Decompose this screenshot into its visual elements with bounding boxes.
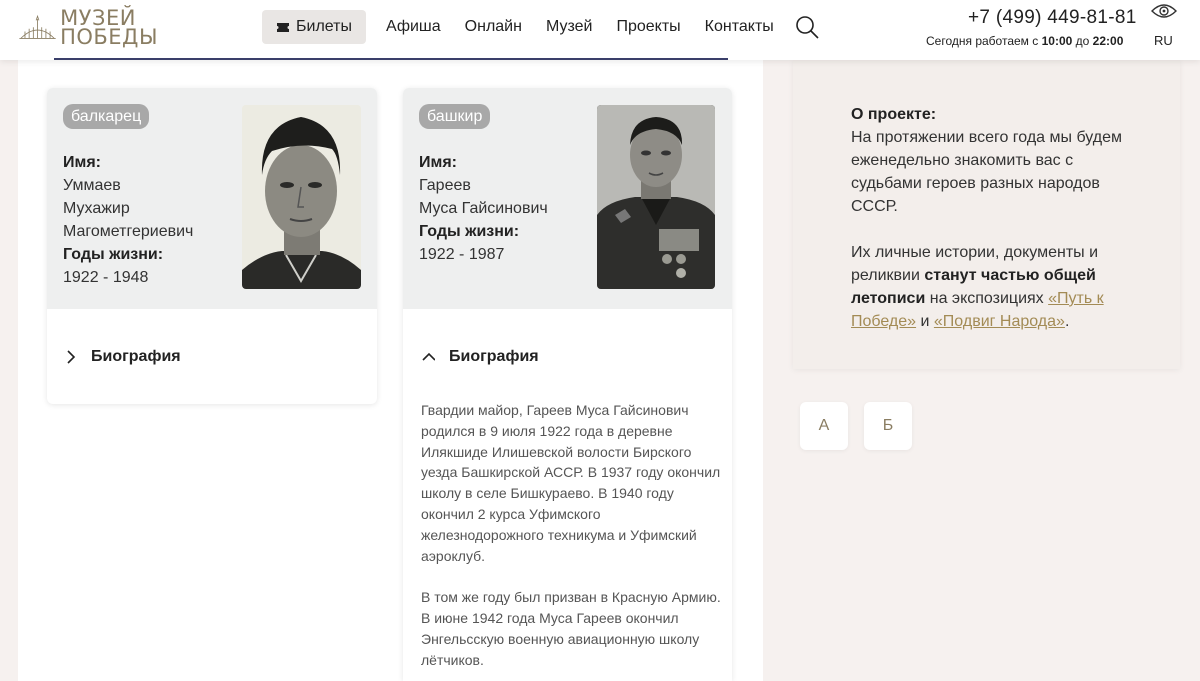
hours-prefix: Сегодня работаем с	[926, 34, 1039, 48]
nationality-badge: балкарец	[63, 104, 150, 129]
phone-number[interactable]: +7 (499) 449-81-81	[968, 7, 1137, 29]
hours-from: 10:00	[1041, 34, 1073, 48]
biography-paragraph: Гвардии майор, Гареев Муса Гайсинович ро…	[421, 402, 721, 564]
name-line-2: Мухажир	[63, 200, 130, 217]
biography-label: Биография	[91, 348, 181, 365]
about-p2-mid: на экспозициях	[929, 290, 1044, 307]
about-p2-and: и	[920, 313, 930, 330]
card-header: башкир Имя: Гареев Муса Гайсинович Годы …	[403, 88, 732, 309]
about-content: О проекте: На протяжении всего года мы б…	[851, 103, 1141, 333]
chevron-right-icon	[67, 350, 76, 364]
about-p2-end: .	[1064, 313, 1070, 330]
name-line-1: Гареев	[419, 177, 471, 194]
portrait-image	[242, 105, 361, 289]
hero-card-ummaev: балкарец Имя: Уммаев Мухажир Магометгери…	[47, 88, 377, 404]
card-header: балкарец Имя: Уммаев Мухажир Магометгери…	[47, 88, 377, 309]
years-value: 1922 - 1948	[63, 269, 149, 286]
logo-monument-icon	[19, 14, 56, 39]
years-label: Годы жизни:	[63, 246, 164, 263]
hero-info: Имя: Гареев Муса Гайсинович Годы жизни: …	[419, 151, 548, 266]
biography-toggle[interactable]: Биография	[65, 348, 181, 366]
name-label: Имя:	[419, 154, 457, 171]
nav-item-afisha[interactable]: Афиша	[386, 18, 441, 36]
museum-logo[interactable]: МУЗЕЙ ПОБЕДЫ	[18, 6, 158, 50]
link-feat-of-people[interactable]: «Подвиг Народа»	[934, 313, 1065, 330]
name-line-2: Муса Гайсинович	[419, 200, 548, 217]
section-divider	[54, 58, 728, 60]
nav-item-online[interactable]: Онлайн	[465, 18, 522, 36]
tickets-button[interactable]: Билеты	[262, 10, 366, 44]
biography-text: Гвардии майор, Гареев Муса Гайсинович ро…	[421, 400, 721, 681]
nationality-badge: башкир	[419, 104, 491, 129]
eye-icon[interactable]	[1150, 2, 1178, 20]
biography-toggle[interactable]: Биография	[421, 348, 539, 366]
about-title: О проекте:	[851, 106, 937, 123]
hero-info: Имя: Уммаев Мухажир Магометгериевич Годы…	[63, 151, 193, 289]
ticket-icon	[277, 22, 289, 32]
name-line-3: Магометгериевич	[63, 223, 194, 240]
hero-card-gareev: башкир Имя: Гареев Муса Гайсинович Годы …	[403, 88, 732, 681]
opening-hours: Сегодня работаем с 10:00 до 22:00	[926, 34, 1123, 48]
hours-to: 22:00	[1092, 34, 1124, 48]
nav-item-contacts[interactable]: Контакты	[705, 18, 774, 36]
name-line-1: Уммаев	[63, 177, 121, 194]
years-label: Годы жизни:	[419, 223, 520, 240]
hero-photo	[242, 105, 361, 289]
years-value: 1922 - 1987	[419, 246, 505, 263]
hours-mid: до	[1075, 34, 1090, 48]
site-header: МУЗЕЙ ПОБЕДЫ Билеты Афиша Онлайн Музей П…	[0, 0, 1200, 60]
portrait-image	[597, 105, 715, 289]
biography-paragraph: В том же году был призван в Красную Арми…	[421, 589, 721, 668]
about-project-panel: О проекте: На протяжении всего года мы б…	[793, 60, 1180, 369]
search-icon[interactable]	[794, 14, 820, 40]
tickets-label: Билеты	[296, 18, 352, 35]
language-switch[interactable]: RU	[1154, 33, 1173, 48]
about-paragraph-1: На протяжении всего года мы будем еженед…	[851, 129, 1122, 215]
nav-item-projects[interactable]: Проекты	[616, 18, 680, 36]
letter-filter-a[interactable]: А	[800, 402, 848, 450]
chevron-up-icon	[422, 352, 435, 361]
letter-filter-b[interactable]: Б	[864, 402, 912, 450]
biography-label: Биография	[449, 348, 539, 365]
nav-item-museum[interactable]: Музей	[546, 18, 593, 36]
main-nav: Билеты Афиша Онлайн Музей Проекты Контак…	[262, 10, 820, 44]
hero-photo	[597, 105, 715, 289]
logo-text: МУЗЕЙ ПОБЕДЫ	[60, 8, 158, 49]
logo-line2: ПОБЕДЫ	[60, 25, 158, 49]
name-label: Имя:	[63, 154, 101, 171]
about-paragraph-2: Их личные истории, документы и реликвии …	[851, 241, 1141, 333]
